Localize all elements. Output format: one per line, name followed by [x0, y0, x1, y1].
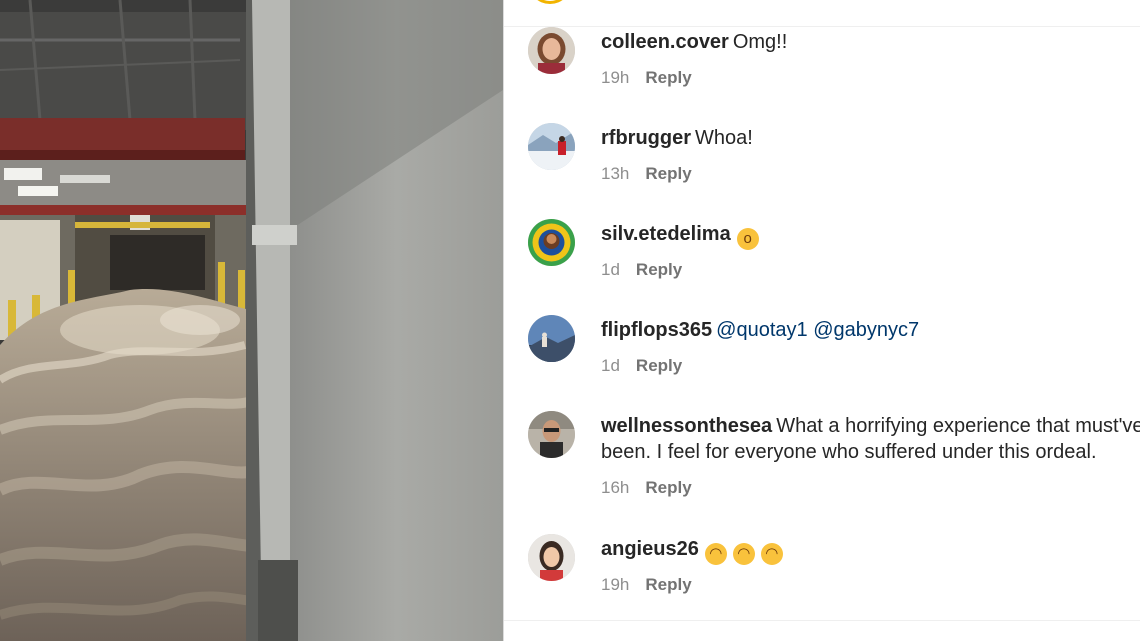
comment-timestamp[interactable]: 19h: [601, 575, 629, 595]
comment-text: Omg!!: [732, 31, 788, 53]
comment-item: rfbrugger Whoa! 13h Reply: [504, 123, 1140, 213]
profile-photo-icon: [528, 123, 575, 170]
comment-item: silv.etedelima o 1d Reply: [504, 219, 1140, 309]
sad-face-emoji-icon: ◠: [704, 543, 727, 565]
reply-button[interactable]: Reply: [636, 356, 682, 376]
reply-button[interactable]: Reply: [636, 260, 682, 280]
comment-username[interactable]: rfbrugger: [601, 127, 691, 149]
post-video-frame[interactable]: [0, 0, 503, 641]
profile-photo-icon: [528, 411, 575, 458]
avatar[interactable]: [528, 411, 575, 458]
comment-username[interactable]: wellnessonthesea: [601, 415, 772, 437]
reply-button[interactable]: Reply: [645, 68, 691, 88]
previous-comment-avatar[interactable]: [528, 0, 572, 4]
avatar[interactable]: [528, 219, 575, 266]
sad-face-emoji-icon: ◠: [732, 543, 755, 565]
comment-item: colleen.cover Omg!! 19h Reply: [504, 27, 1140, 117]
divider: [504, 620, 1140, 621]
comment-timestamp[interactable]: 16h: [601, 478, 629, 498]
profile-photo-icon: [528, 315, 575, 362]
astonished-face-emoji-icon: o: [736, 228, 759, 250]
comment-text: Whoa!: [695, 127, 753, 149]
reply-button[interactable]: Reply: [645, 575, 691, 595]
profile-photo-icon: [528, 534, 575, 581]
comment-username[interactable]: angieus26: [601, 538, 699, 560]
comment-item: wellnessonthesea What a horrifying experi…: [504, 411, 1140, 521]
flooded-garage-image: [0, 0, 503, 641]
comment-timestamp[interactable]: 1d: [601, 356, 620, 376]
comment-username[interactable]: silv.etedelima: [601, 223, 731, 245]
comments-panel[interactable]: colleen.cover Omg!! 19h Reply rfbrugger Who…: [503, 0, 1140, 641]
profile-photo-icon: [528, 219, 575, 266]
avatar[interactable]: [528, 315, 575, 362]
avatar[interactable]: [528, 123, 575, 170]
comment-item: angieus26 ◠ ◠ ◠ 19h Reply: [504, 534, 1140, 624]
sad-face-emoji-icon: ◠: [760, 543, 783, 565]
mention-link[interactable]: @quotay1 @gabynyc7: [716, 319, 919, 341]
comment-timestamp[interactable]: 1d: [601, 260, 620, 280]
comment-username[interactable]: colleen.cover: [601, 31, 729, 53]
comment-timestamp[interactable]: 19h: [601, 68, 629, 88]
reply-button[interactable]: Reply: [645, 164, 691, 184]
profile-photo-icon: [528, 27, 575, 74]
comment-item: flipflops365 @quotay1 @gabynyc7 1d Reply: [504, 315, 1140, 405]
comment-timestamp[interactable]: 13h: [601, 164, 629, 184]
avatar[interactable]: [528, 534, 575, 581]
reply-button[interactable]: Reply: [645, 478, 691, 498]
comment-username[interactable]: flipflops365: [601, 319, 712, 341]
avatar[interactable]: [528, 27, 575, 74]
